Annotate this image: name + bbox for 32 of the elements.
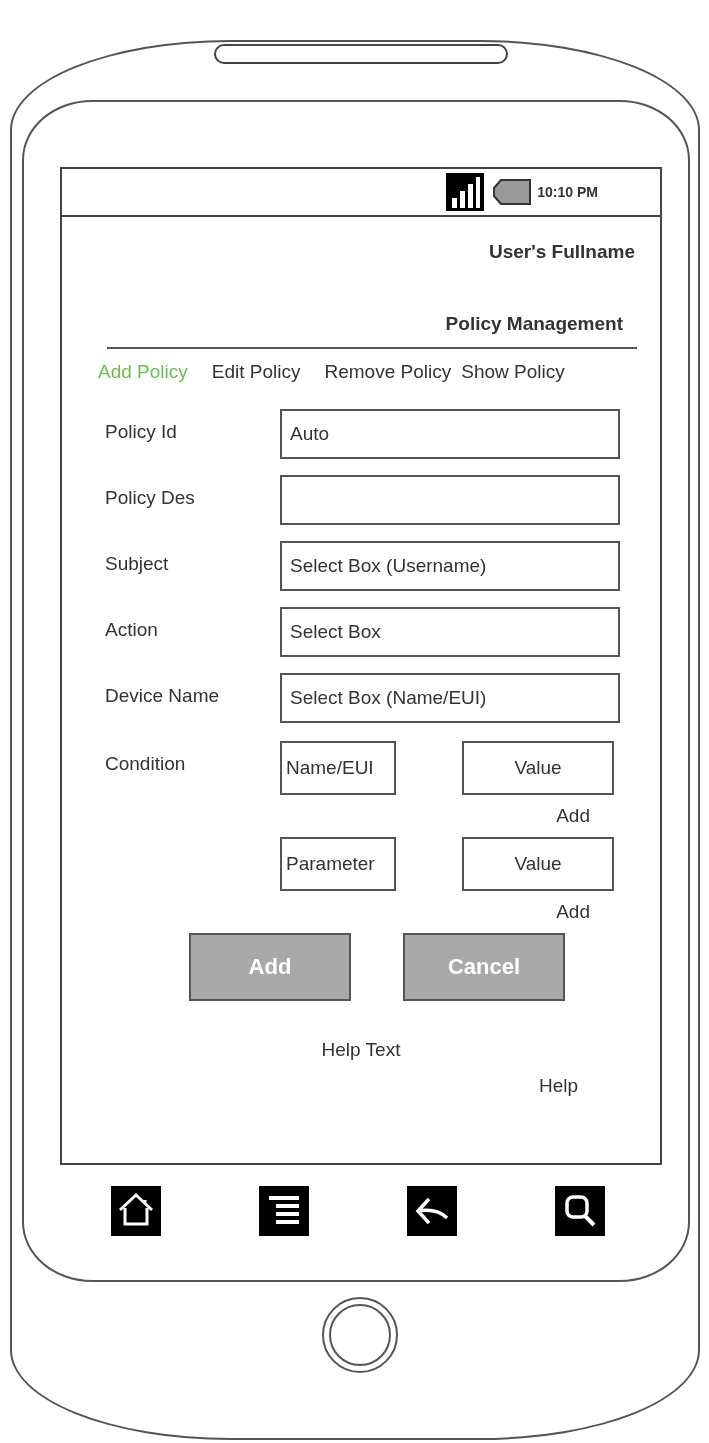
field-label: Policy Des [105,486,196,510]
input-field[interactable]: Parameter [280,837,396,891]
help-text: Help Text [321,1039,401,1061]
help-link[interactable]: Help [538,1075,578,1097]
input-field[interactable]: Auto [280,409,620,459]
battery-icon [491,179,532,205]
user-name: User's Fullname [488,241,635,263]
back-icon[interactable] [407,1186,457,1236]
input-field[interactable]: Name/EUI [280,741,396,795]
status-time: 10:10 PM [537,184,598,200]
input-field[interactable]: Select Box [280,607,620,657]
input-field[interactable]: Value [462,837,614,891]
home-icon[interactable] [111,1186,161,1236]
input-field[interactable]: Value [462,741,614,795]
field-label: Condition [105,752,187,776]
menu-icon[interactable] [259,1186,309,1236]
input-field[interactable]: Select Box (Name/EUI) [280,673,620,723]
add-link[interactable]: Add [556,805,590,827]
home-button[interactable] [322,1297,398,1373]
input-field[interactable]: Select Box (Username) [280,541,620,591]
page-title: Policy Management [445,313,623,335]
signal-icon [445,172,486,212]
tab[interactable]: Edit Policy [211,361,301,383]
field-label: Device Name [105,684,221,708]
field-label: Policy Id [105,420,178,444]
input-field[interactable] [280,475,620,525]
search-icon[interactable] [555,1186,605,1236]
add-link[interactable]: Add [556,901,590,923]
field-label: Subject [105,552,170,576]
tab[interactable]: Remove Policy [324,361,452,383]
field-label: Action [105,618,159,642]
tab[interactable]: Show Policy [461,361,565,383]
